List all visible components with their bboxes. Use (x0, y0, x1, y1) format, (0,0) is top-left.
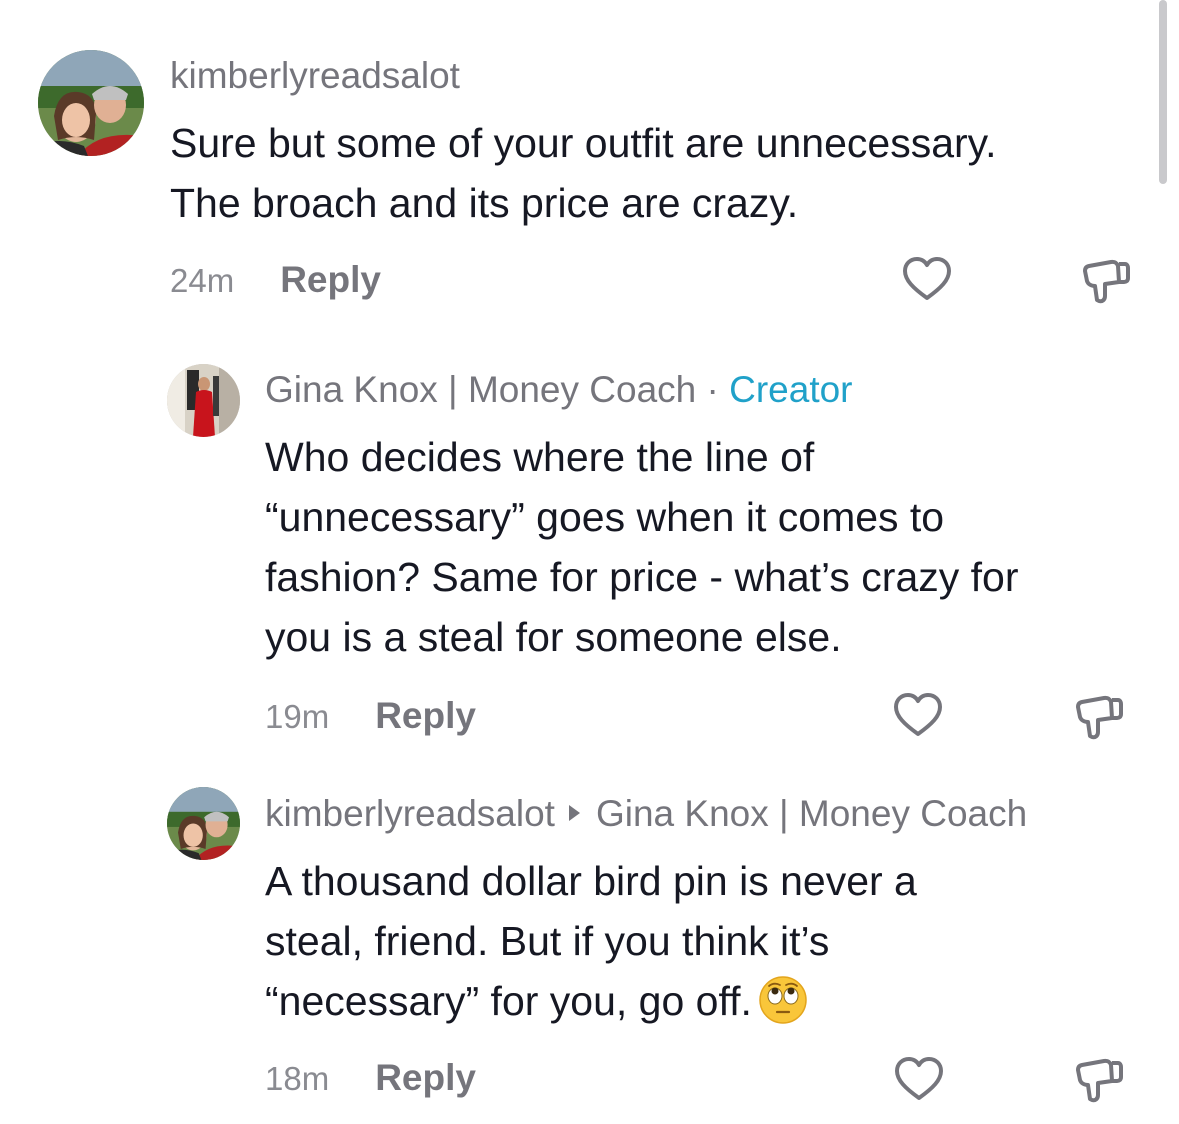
comment-meta: 18m Reply (265, 1058, 476, 1099)
comment-text-line: A thousand dollar bird pin is never a (265, 858, 917, 904)
comment-meta: 24m Reply (170, 260, 381, 301)
comment-text: Who decides where the line of “unnecessa… (265, 427, 1019, 667)
comment-text: Sure but some of your outfit are unneces… (170, 113, 997, 233)
reply-button[interactable]: Reply (280, 259, 381, 300)
reply-arrow-icon (568, 805, 580, 822)
comment-text-line: steal, friend. But if you think it’s (265, 918, 830, 964)
comment-text-line: you is a steal for someone else. (265, 614, 842, 660)
comment-text-line: The broach and its price are crazy. (170, 180, 799, 226)
comment-username[interactable]: kimberlyreadsalot (265, 793, 555, 834)
comment-username[interactable]: kimberlyreadsalot (170, 54, 460, 98)
reply-to-username[interactable]: Gina Knox | Money Coach (596, 793, 1027, 834)
comment-text-line-last: “necessary” for you, go off. (265, 971, 917, 1031)
scrollbar[interactable] (1159, 0, 1167, 184)
user-avatar[interactable] (38, 50, 144, 156)
comment-text-line: fashion? Same for price - what’s crazy f… (265, 554, 1019, 600)
comment-timestamp: 18m (265, 1060, 330, 1097)
thumbs-down-outline-icon[interactable] (1074, 1055, 1126, 1107)
comment-username-line: Gina Knox | Money Coach · Creator (265, 368, 853, 412)
comment-text-line: Who decides where the line of (265, 434, 815, 480)
comment-text-line: “necessary” for you, go off. (265, 978, 752, 1024)
comment-text-line: Sure but some of your outfit are unneces… (170, 120, 997, 166)
separator-dot: · (706, 369, 719, 410)
comment-text-line: “unnecessary” goes when it comes to (265, 494, 945, 540)
heart-outline-icon[interactable] (892, 690, 944, 742)
eye-roll-emoji-icon (758, 975, 808, 1025)
user-avatar[interactable] (167, 364, 240, 437)
user-avatar[interactable] (167, 787, 240, 860)
comment-text: A thousand dollar bird pin is never a st… (265, 851, 917, 1031)
comment-username[interactable]: Gina Knox | Money Coach (265, 369, 696, 410)
comment-username-line: kimberlyreadsalot Gina Knox | Money Coach (265, 792, 1027, 836)
heart-outline-icon[interactable] (901, 254, 953, 306)
comment-meta: 19m Reply (265, 696, 476, 737)
thumbs-down-outline-icon[interactable] (1074, 692, 1126, 744)
comment-timestamp: 19m (265, 698, 330, 735)
reply-button[interactable]: Reply (375, 695, 476, 736)
reply-button[interactable]: Reply (375, 1057, 476, 1098)
heart-outline-icon[interactable] (893, 1054, 945, 1106)
thumbs-down-outline-icon[interactable] (1081, 256, 1133, 308)
comment-timestamp: 24m (170, 262, 235, 299)
creator-badge: Creator (729, 369, 853, 410)
